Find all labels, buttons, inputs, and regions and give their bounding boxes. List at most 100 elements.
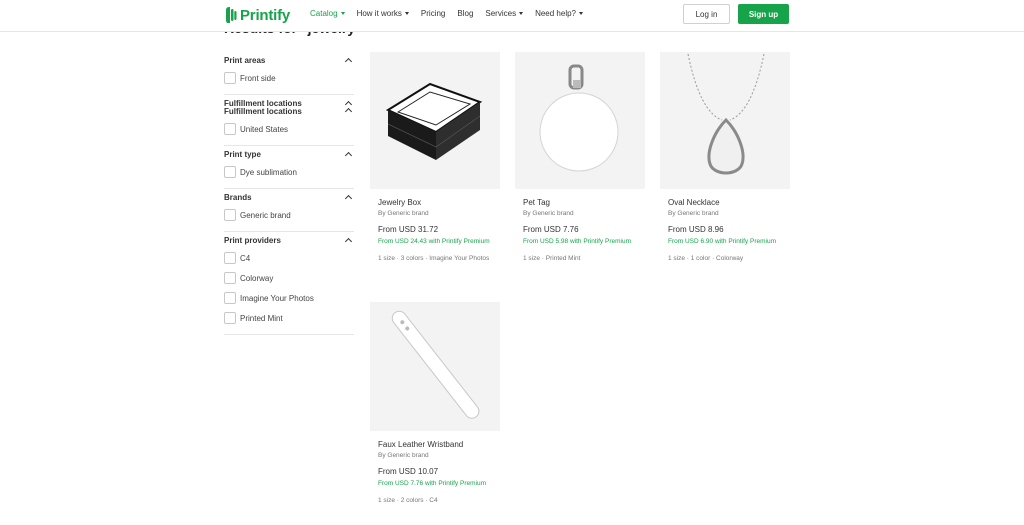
filter-option-label: C4 — [240, 253, 251, 263]
product-name[interactable]: Jewelry Box — [378, 198, 492, 208]
nav-blog-label: Blog — [457, 9, 474, 18]
product-card-oval-necklace[interactable]: Oval Necklace By Generic brand From USD … — [660, 52, 790, 263]
filter-title: Print type — [224, 150, 261, 159]
product-meta: 1 size · 1 color · Colorway — [668, 254, 744, 262]
checkbox[interactable] — [224, 312, 236, 324]
chevron-down-icon — [519, 12, 524, 15]
product-name[interactable]: Oval Necklace — [668, 198, 782, 208]
chevron-up-icon[interactable] — [344, 107, 353, 116]
wristband-image — [391, 310, 480, 419]
filter-option-united-states[interactable]: United States — [224, 122, 354, 136]
product-name[interactable]: Faux Leather Wristband — [378, 440, 492, 450]
oval-necklace-image — [687, 53, 765, 175]
chevron-up-icon[interactable] — [344, 57, 353, 66]
filter-option-label: Imagine Your Photos — [240, 293, 314, 303]
product-price: From USD 31.72 — [378, 225, 439, 234]
product-name[interactable]: Pet Tag — [523, 198, 637, 208]
filter-title: Brands — [224, 193, 252, 202]
nav-how-it-works-label: How it works — [356, 9, 402, 18]
product-card-jewelry-box[interactable]: Jewelry Box By Generic brand From USD 31… — [370, 52, 500, 263]
product-image[interactable] — [370, 302, 500, 431]
nav-how-it-works[interactable]: How it works — [357, 9, 409, 18]
product-card-faux-leather-wristband[interactable]: Faux Leather Wristband By Generic brand … — [370, 302, 500, 505]
filter-option-dye-sublimation[interactable]: Dye sublimation — [224, 165, 354, 179]
product-price: From USD 10.07 — [378, 467, 439, 476]
checkbox[interactable] — [224, 252, 236, 264]
chevron-up-icon[interactable] — [344, 194, 353, 203]
filter-header[interactable]: Brands — [224, 193, 354, 203]
nav-need-help-label: Need help? — [535, 9, 576, 18]
product-info: Oval Necklace By Generic brand From USD … — [660, 189, 790, 263]
checkbox[interactable] — [224, 166, 236, 178]
chevron-down-icon — [340, 12, 345, 15]
product-brand: By Generic brand — [378, 452, 429, 459]
filter-option-label: Front side — [240, 73, 276, 83]
product-premium-price: From USD 5.98 with Printify Premium — [523, 238, 631, 245]
filter-group-print-areas: Print areas Front side — [224, 52, 354, 95]
filter-group-brands: Brands Generic brand — [224, 189, 354, 232]
nav-services-label: Services — [485, 9, 517, 18]
signup-button[interactable]: Sign up — [738, 4, 789, 24]
jewelry-box-image — [385, 82, 483, 160]
checkbox[interactable] — [224, 72, 236, 84]
filter-option-label: Dye sublimation — [240, 167, 297, 177]
product-meta: 1 size · 3 colors · Imagine Your Photos — [378, 254, 490, 262]
product-info: Pet Tag By Generic brand From USD 7.76 F… — [515, 189, 645, 263]
checkbox[interactable] — [224, 272, 236, 284]
filter-option-label: Colorway — [240, 273, 274, 283]
filter-header[interactable]: Print type — [224, 150, 354, 160]
chevron-down-icon — [579, 12, 583, 15]
nav-need-help[interactable]: Need help? — [535, 9, 583, 18]
pet-tag-image — [539, 64, 619, 172]
filter-option-imagine-your-photos[interactable]: Imagine Your Photos — [224, 291, 354, 305]
checkbox[interactable] — [224, 209, 236, 221]
login-button[interactable]: Log in — [683, 4, 730, 24]
nav-blog[interactable]: Blog — [457, 9, 473, 18]
filter-option-label: Generic brand — [240, 210, 291, 220]
product-price: From USD 8.96 — [668, 225, 724, 234]
checkbox[interactable] — [224, 292, 236, 304]
filter-option-front-side[interactable]: Front side — [224, 71, 354, 85]
filter-group-fulfillment-locations: Fulfillment locations Fulfillment locati… — [224, 95, 354, 146]
nav-catalog-label: Catalog — [310, 9, 338, 18]
filter-option-c4[interactable]: C4 — [224, 251, 354, 265]
product-image[interactable] — [515, 52, 645, 189]
product-premium-price: From USD 7.76 with Printify Premium — [378, 480, 486, 487]
filter-option-label: United States — [240, 124, 289, 134]
product-info: Jewelry Box By Generic brand From USD 31… — [370, 189, 500, 263]
filter-option-printed-mint[interactable]: Printed Mint — [224, 311, 354, 325]
checkbox[interactable] — [224, 123, 236, 135]
product-image[interactable] — [370, 52, 500, 189]
filter-option-label: Printed Mint — [240, 313, 283, 323]
filter-title: Print areas — [224, 56, 266, 65]
filter-title-duplicate: Fulfillment locations — [224, 107, 302, 116]
product-meta: 1 size · Printed Mint — [523, 254, 581, 262]
nav-pricing-label: Pricing — [420, 9, 446, 18]
printify-logo[interactable]: Printify — [224, 5, 290, 25]
chevron-up-icon[interactable] — [344, 151, 353, 160]
nav-catalog[interactable]: Catalog — [310, 9, 345, 18]
filter-option-generic-brand[interactable]: Generic brand — [224, 208, 354, 222]
filter-header[interactable]: Fulfillment locations Fulfillment locati… — [224, 100, 354, 116]
nav-pricing[interactable]: Pricing — [421, 9, 445, 18]
product-premium-price: From USD 24.43 with Printify Premium — [378, 238, 490, 245]
filter-header[interactable]: Print areas — [224, 56, 354, 66]
printify-logo-icon — [226, 7, 237, 23]
main-nav: Catalog How it works Pricing Blog Servic… — [310, 9, 595, 18]
filter-option-colorway[interactable]: Colorway — [224, 271, 354, 285]
product-meta: 1 size · 2 colors · C4 — [378, 496, 438, 504]
nav-services[interactable]: Services — [485, 9, 524, 18]
chevron-up-icon[interactable] — [344, 237, 353, 246]
product-brand: By Generic brand — [668, 210, 719, 217]
product-card-pet-tag[interactable]: Pet Tag By Generic brand From USD 7.76 F… — [515, 52, 645, 263]
product-brand: By Generic brand — [523, 210, 574, 217]
top-header: Printify Catalog How it works Pricing Bl… — [0, 0, 1024, 32]
filter-group-print-providers: Print providers C4 Colorway Imagine Your… — [224, 232, 354, 335]
product-image[interactable] — [660, 52, 790, 189]
filter-title-stack: Fulfillment locations Fulfillment locati… — [224, 100, 302, 116]
chevron-down-icon — [404, 12, 409, 15]
product-price: From USD 7.76 — [523, 225, 579, 234]
product-brand: By Generic brand — [378, 210, 429, 217]
filter-header[interactable]: Print providers — [224, 236, 354, 246]
filter-title: Print providers — [224, 236, 281, 245]
